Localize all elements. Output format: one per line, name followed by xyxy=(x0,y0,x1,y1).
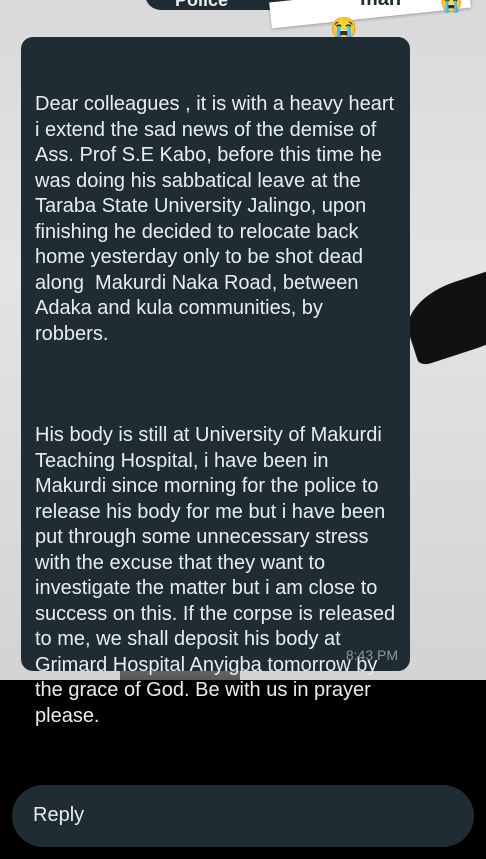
message-paragraph: Dear colleagues , it is with a heavy hea… xyxy=(35,93,400,345)
message-body: Dear colleagues , it is with a heavy hea… xyxy=(35,41,398,780)
reply-button[interactable]: Reply xyxy=(12,785,474,847)
top-header-text: Police xyxy=(175,0,229,10)
overlay-sticker-text: man xyxy=(360,0,401,11)
reply-label: Reply xyxy=(33,804,85,826)
crying-face-emoji: 😭 xyxy=(440,0,463,13)
message-timestamp: 8:43 PM xyxy=(345,647,398,663)
message-bubble[interactable]: Dear colleagues , it is with a heavy hea… xyxy=(21,37,410,727)
wallpaper-shape xyxy=(398,263,486,367)
message-paragraph: His body is still at University of Makur… xyxy=(35,424,401,727)
